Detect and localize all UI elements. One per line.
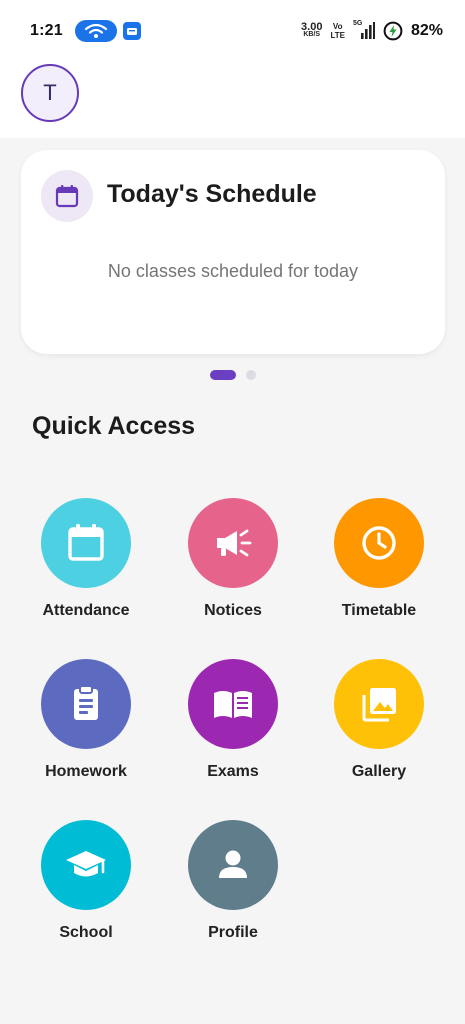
profile-label: Profile <box>208 924 258 941</box>
net-speed-unit: KB/S <box>303 31 321 38</box>
hotspot-indicator <box>74 20 117 42</box>
top-app-bar: T <box>0 62 465 138</box>
pager-dot[interactable] <box>246 370 256 380</box>
quick-access-timetable[interactable]: Timetable <box>306 498 452 638</box>
schedule-icon-badge <box>41 170 93 222</box>
homework-icon-circle <box>41 659 131 749</box>
pager-dot-active[interactable] <box>210 370 236 380</box>
megaphone-icon <box>217 529 252 557</box>
notices-icon-circle <box>188 498 278 588</box>
calendar-icon <box>68 524 104 561</box>
school-icon-circle <box>41 820 131 910</box>
timetable-icon-circle <box>334 498 424 588</box>
photo-library-icon <box>362 688 396 722</box>
exams-label: Exams <box>207 763 259 780</box>
volte-bottom: LTE <box>330 31 345 40</box>
quick-access-title: Quick Access <box>32 412 196 440</box>
gallery-label: Gallery <box>351 763 407 780</box>
schedule-pager <box>210 370 256 380</box>
attendance-label: Attendance <box>42 602 130 619</box>
volte-badge: Vo LTE <box>330 22 345 40</box>
graduation-cap-icon <box>66 851 106 877</box>
net-speed: 3.00 KB/S <box>301 21 323 39</box>
battery-percent: 82% <box>410 22 443 39</box>
attendance-icon-circle <box>41 498 131 588</box>
calendar-icon <box>55 185 79 208</box>
gallery-icon-circle <box>334 659 424 749</box>
status-indicators: 3.00 KB/S Vo LTE 5G 82% <box>301 20 443 41</box>
network-type: 5G <box>352 20 363 27</box>
profile-icon-circle <box>188 820 278 910</box>
book-icon <box>214 691 252 718</box>
net-speed-value: 3.00 <box>301 21 323 33</box>
schedule-empty-message: No classes scheduled for today <box>107 261 359 281</box>
quick-access-homework[interactable]: Homework <box>13 659 159 799</box>
volte-top: Vo <box>332 22 343 31</box>
clock-icon <box>362 526 396 560</box>
schedule-card[interactable]: Today's Schedule No classes scheduled fo… <box>21 150 445 354</box>
notices-label: Notices <box>204 602 262 619</box>
clipboard-icon <box>74 685 98 720</box>
schedule-title: Today's Schedule <box>107 180 317 208</box>
quick-access-profile[interactable]: Profile <box>160 820 306 960</box>
exams-icon-circle <box>188 659 278 749</box>
quick-access-exams[interactable]: Exams <box>160 659 306 799</box>
quick-access-gallery[interactable]: Gallery <box>306 659 452 799</box>
status-bar: 1:21 3.00 KB/S Vo LTE 5G 82% <box>0 0 465 62</box>
wifi-icon <box>84 23 107 38</box>
notification-app-icon <box>122 22 141 40</box>
battery-charging-icon <box>383 21 403 41</box>
quick-access-attendance[interactable]: Attendance <box>13 498 159 638</box>
homework-label: Homework <box>45 763 127 780</box>
signal-icon: 5G <box>352 20 375 40</box>
quick-access-school[interactable]: School <box>13 820 159 960</box>
person-icon <box>219 850 247 878</box>
status-time: 1:21 <box>30 22 63 39</box>
avatar[interactable]: T <box>21 64 79 122</box>
quick-access-notices[interactable]: Notices <box>160 498 306 638</box>
timetable-label: Timetable <box>341 602 417 619</box>
school-label: School <box>59 924 113 941</box>
avatar-initial: T <box>43 80 57 105</box>
